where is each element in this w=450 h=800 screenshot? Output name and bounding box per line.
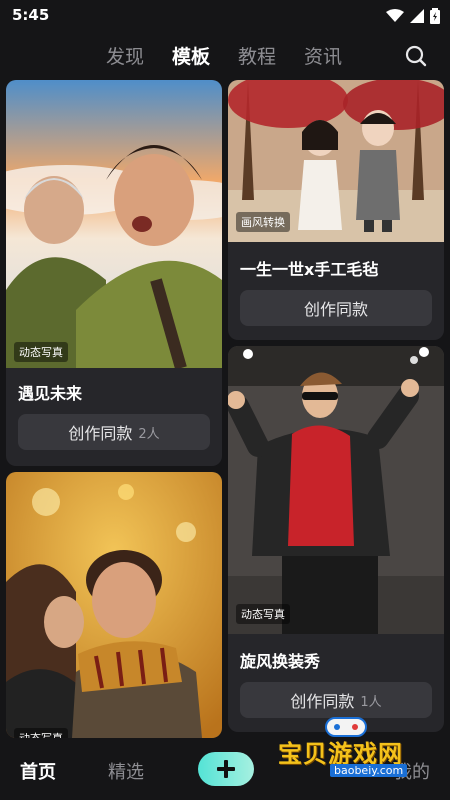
create-count: 1人 [360, 694, 382, 710]
create-same-button[interactable]: 创作同款 1人 [240, 682, 432, 718]
template-thumbnail[interactable]: 动态写真 [6, 80, 222, 368]
status-bar: 5:45 [0, 0, 450, 32]
template-card[interactable]: 动态写真 遇见未来 创作同款 2人 [6, 80, 222, 466]
template-title: 遇见未来 [18, 384, 83, 403]
template-card[interactable]: 动态写真 旋风换装秀 创作同款 1人 [228, 346, 444, 732]
status-icons [386, 8, 440, 24]
template-tag: 画风转换 [236, 212, 290, 232]
tab-templates[interactable]: 模板 [172, 42, 210, 69]
template-thumbnail[interactable]: 画风转换 [228, 80, 444, 242]
template-card[interactable]: 画风转换 一生一世x手工毛毡 创作同款 [228, 80, 444, 340]
watermark-url: baobeiy.com [330, 764, 408, 777]
tab-tutorials[interactable]: 教程 [238, 42, 276, 69]
status-time: 5:45 [12, 6, 50, 24]
create-button[interactable] [198, 752, 254, 786]
template-tag: 动态写真 [236, 604, 290, 624]
wifi-icon [386, 9, 404, 22]
template-title: 一生一世x手工毛毡 [240, 260, 379, 279]
create-same-label: 创作同款 [68, 424, 133, 443]
plus-icon [217, 760, 235, 778]
create-same-button[interactable]: 创作同款 [240, 290, 432, 326]
create-same-label: 创作同款 [303, 300, 368, 319]
tab-news[interactable]: 资讯 [304, 42, 342, 69]
create-same-label: 创作同款 [290, 692, 355, 711]
signal-icon [410, 9, 424, 23]
create-count: 2人 [138, 426, 160, 442]
create-same-button[interactable]: 创作同款 2人 [18, 414, 210, 450]
nav-featured[interactable]: 精选 [108, 758, 144, 784]
nav-home[interactable]: 首页 [20, 758, 56, 784]
watermark: 宝贝游戏网 baobeiy.com [270, 717, 440, 790]
template-tag: 动态写真 [14, 728, 68, 738]
search-icon[interactable] [404, 44, 428, 68]
template-tag: 动态写真 [14, 342, 68, 362]
template-thumbnail[interactable]: 动态写真 [6, 472, 222, 738]
template-thumbnail[interactable]: 动态写真 [228, 346, 444, 634]
tab-discover[interactable]: 发现 [106, 42, 144, 69]
template-card[interactable]: 动态写真 [6, 472, 222, 738]
template-title: 旋风换装秀 [240, 652, 321, 671]
top-tab-bar: 发现 模板 教程 资讯 [0, 36, 450, 76]
battery-icon [430, 8, 440, 24]
